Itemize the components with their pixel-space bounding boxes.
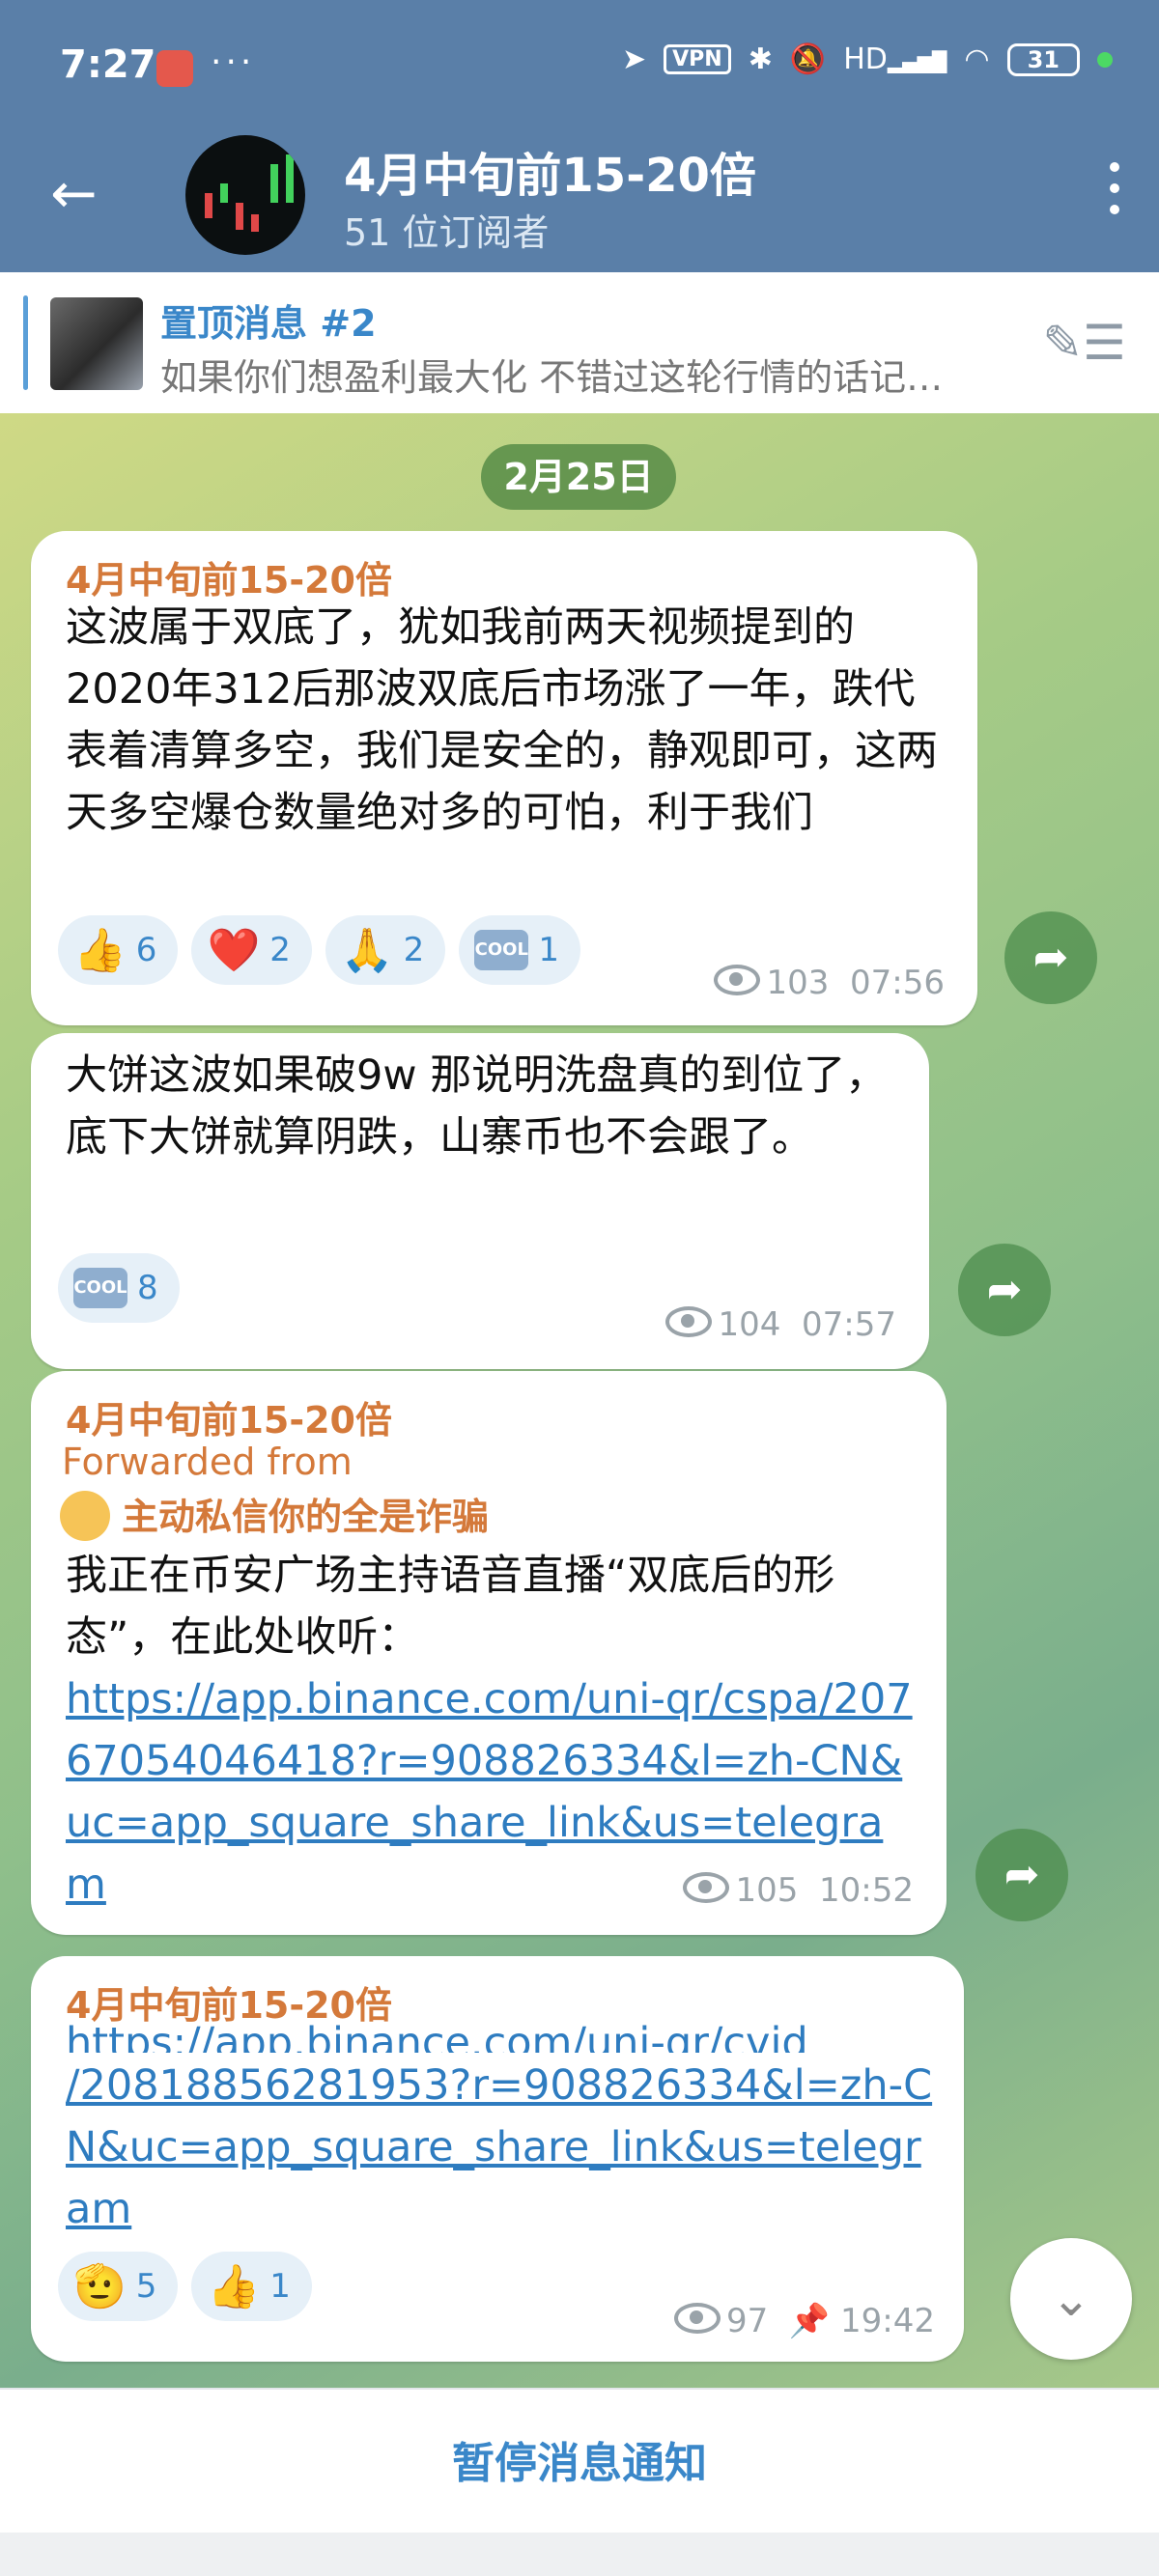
reaction-cool[interactable]: COOL 1	[459, 915, 580, 985]
message-sender: 4月中旬前15-20倍	[66, 1399, 392, 1442]
more-notifications-icon: ···	[211, 42, 256, 82]
views-icon	[714, 965, 761, 995]
forwarded-avatar	[60, 1491, 110, 1541]
message-link[interactable]: /20818856281953?r=908826334&l=zh-CN&uc=a…	[66, 2061, 932, 2233]
reaction-bar: 👍 6 ❤️ 2 🙏 2 COOL 1	[58, 915, 580, 985]
subscriber-count: 51 位订阅者	[344, 211, 550, 254]
message-text: 我正在币安广场主持语音直播“双底后的形态”，在此处收听： https://app…	[66, 1552, 913, 1909]
cool-icon: COOL	[73, 1268, 127, 1308]
message-text: https://app.binance.com/uni-qr/cvid	[66, 2012, 935, 2053]
pinned-preview-text: 如果你们想盈利最大化 不错过这轮行情的话记…	[160, 356, 944, 399]
message-meta: 103 07:56	[714, 964, 945, 1002]
message-text: 这波属于双底了，犹如我前两天视频提到的2020年312后那波双底后市场涨了一年，…	[66, 603, 938, 837]
message-link-partial[interactable]: https://app.binance.com/uni-qr/cvid	[66, 2019, 808, 2053]
view-count: 104	[718, 1305, 781, 1344]
system-nav-bar	[0, 2533, 1159, 2576]
views-icon	[665, 1306, 713, 1337]
mute-notifications-button[interactable]: 暂停消息通知	[0, 2428, 1159, 2490]
cool-icon: COOL	[474, 930, 529, 970]
channel-avatar[interactable]	[185, 135, 305, 255]
pinned-indicator	[23, 295, 28, 390]
more-menu-icon[interactable]	[1105, 162, 1124, 226]
reaction-salute[interactable]: 🫡 5	[58, 2252, 179, 2321]
back-arrow-icon[interactable]: ←	[50, 164, 98, 222]
heart-icon: ❤️	[207, 926, 261, 975]
status-icons: ➤ VPN ✱ 🔕 HD▂▄▆█ ◠ 31	[622, 42, 1113, 76]
bluetooth-icon: ✱	[748, 42, 773, 76]
channel-title[interactable]: 4月中旬前15-20倍	[344, 137, 756, 205]
view-count: 105	[735, 1871, 799, 1910]
message-meta: 104 07:57	[665, 1305, 896, 1344]
location-icon: ➤	[622, 42, 647, 76]
message-meta: 105 10:52	[683, 1871, 914, 1910]
share-arrow-icon[interactable]: ➦	[1004, 911, 1097, 1004]
views-icon	[683, 1872, 730, 1903]
mute-bell-icon: 🔕	[789, 42, 827, 76]
message-sender: 4月中旬前15-20倍	[66, 559, 392, 602]
notification-icon	[156, 50, 193, 87]
message-text: 大饼这波如果破9w 那说明洗盘真的到位了，底下大饼就算阴跌，山寨币也不会跟了。	[66, 1051, 888, 1162]
thumbs-up-icon: 👍	[207, 2262, 261, 2311]
pinned-title: 置顶消息 #2	[160, 302, 377, 345]
message-bubble[interactable]: 4月中旬前15-20倍 Forwarded from 主动私信你的全是诈骗 我正…	[31, 1371, 947, 1935]
reaction-thumbs-up[interactable]: 👍 1	[191, 2252, 312, 2321]
message-time: 10:52	[819, 1871, 914, 1910]
chat-area[interactable]: 2月25日 4月中旬前15-20倍 这波属于双底了，犹如我前两天视频提到的202…	[0, 413, 1159, 2388]
date-separator: 2月25日	[481, 444, 676, 510]
battery-icon: 31	[1006, 42, 1080, 76]
message-bubble[interactable]: 大饼这波如果破9w 那说明洗盘真的到位了，底下大饼就算阴跌，山寨币也不会跟了。 …	[31, 1033, 929, 1369]
vpn-icon: VPN	[664, 44, 731, 74]
reaction-bar: COOL 8	[58, 1253, 180, 1323]
wifi-icon: ◠	[964, 42, 990, 76]
pinned-list-icon[interactable]: ✎☰	[1042, 315, 1126, 371]
message-text: /20818856281953?r=908826334&l=zh-CN&uc=a…	[66, 2055, 935, 2240]
pin-icon: 📌	[788, 2302, 831, 2340]
status-time: 7:27	[60, 42, 156, 87]
share-arrow-icon[interactable]: ➦	[975, 1829, 1068, 1921]
reaction-heart[interactable]: ❤️ 2	[191, 915, 312, 985]
message-bubble[interactable]: 4月中旬前15-20倍 https://app.binance.com/uni-…	[31, 1956, 964, 2362]
reaction-cool[interactable]: COOL 8	[58, 1253, 180, 1323]
reaction-pray[interactable]: 🙏 2	[325, 915, 446, 985]
reaction-bar: 🫡 5 👍 1	[58, 2252, 312, 2321]
reaction-thumbs-up[interactable]: 👍 6	[58, 915, 179, 985]
share-arrow-icon[interactable]: ➦	[958, 1244, 1051, 1336]
bottom-bar: 暂停消息通知	[0, 2388, 1159, 2534]
signal-icon: HD▂▄▆█	[843, 42, 947, 76]
views-icon	[673, 2303, 721, 2334]
salute-icon: 🫡	[73, 2262, 127, 2311]
pinned-thumbnail	[50, 297, 143, 390]
forwarded-label: Forwarded from	[62, 1441, 353, 1483]
view-count: 97	[725, 2302, 769, 2340]
message-bubble[interactable]: 4月中旬前15-20倍 这波属于双底了，犹如我前两天视频提到的2020年312后…	[31, 531, 977, 1025]
chat-header: ← 4月中旬前15-20倍 51 位订阅者	[0, 135, 1159, 272]
charging-dot-icon	[1097, 51, 1113, 68]
forwarded-source-name[interactable]: 主动私信你的全是诈骗	[122, 1487, 489, 1540]
scroll-down-chevron-icon[interactable]: ⌄	[1010, 2238, 1132, 2360]
message-time: 07:57	[802, 1305, 896, 1344]
message-time: 07:56	[850, 964, 945, 1002]
pinned-message-bar[interactable]: 置顶消息 #2 如果你们想盈利最大化 不错过这轮行情的话记… ✎☰	[0, 272, 1159, 415]
message-time: 19:42	[840, 2302, 935, 2340]
view-count: 103	[766, 964, 830, 1002]
status-bar: 7:27 ··· ➤ VPN ✱ 🔕 HD▂▄▆█ ◠ 31	[0, 0, 1159, 135]
top-bar: 7:27 ··· ➤ VPN ✱ 🔕 HD▂▄▆█ ◠ 31 ← 4月中旬前15…	[0, 0, 1159, 272]
thumbs-up-icon: 👍	[73, 926, 127, 975]
pray-icon: 🙏	[340, 926, 394, 975]
message-meta: 97 📌 19:42	[673, 2302, 935, 2340]
